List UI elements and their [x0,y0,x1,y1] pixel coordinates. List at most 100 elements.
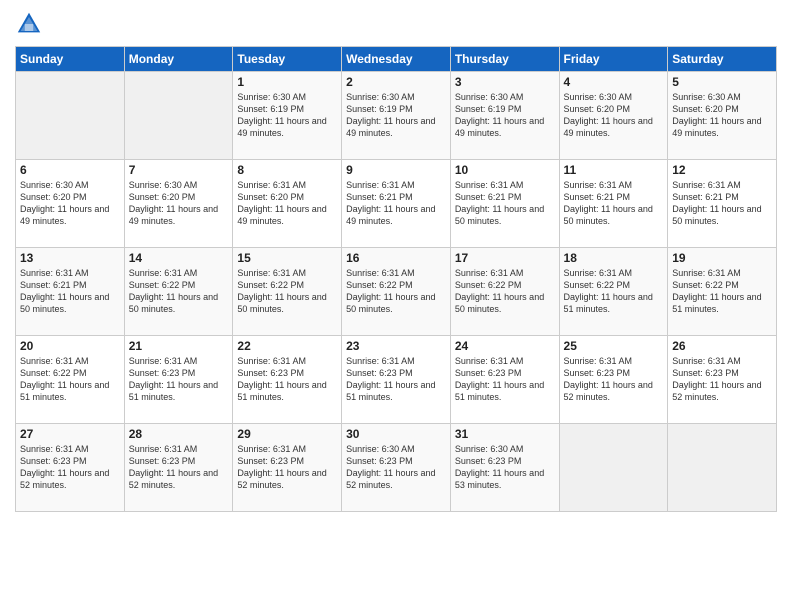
weekday-header: Friday [559,47,668,72]
day-info: Sunrise: 6:31 AM Sunset: 6:21 PM Dayligh… [346,179,446,228]
day-info: Sunrise: 6:31 AM Sunset: 6:22 PM Dayligh… [237,267,337,316]
day-info: Sunrise: 6:31 AM Sunset: 6:22 PM Dayligh… [672,267,772,316]
weekday-header: Sunday [16,47,125,72]
day-info: Sunrise: 6:31 AM Sunset: 6:23 PM Dayligh… [455,355,555,404]
day-info: Sunrise: 6:30 AM Sunset: 6:19 PM Dayligh… [237,91,337,140]
calendar-cell: 24 Sunrise: 6:31 AM Sunset: 6:23 PM Dayli… [450,336,559,424]
calendar-cell [124,72,233,160]
day-number: 10 [455,163,555,177]
day-number: 18 [564,251,664,265]
day-number: 31 [455,427,555,441]
day-info: Sunrise: 6:31 AM Sunset: 6:23 PM Dayligh… [237,443,337,492]
day-number: 25 [564,339,664,353]
day-number: 1 [237,75,337,89]
day-number: 14 [129,251,229,265]
day-number: 11 [564,163,664,177]
calendar-cell: 2Sunrise: 6:30 AM Sunset: 6:19 PM Daylig… [342,72,451,160]
calendar-cell: 31 Sunrise: 6:30 AM Sunset: 6:23 PM Dayli… [450,424,559,512]
calendar-week-row: 6 Sunrise: 6:30 AM Sunset: 6:20 PM Daylig… [16,160,777,248]
calendar-cell: 20 Sunrise: 6:31 AM Sunset: 6:22 PM Dayli… [16,336,125,424]
day-info: Sunrise: 6:31 AM Sunset: 6:21 PM Dayligh… [20,267,120,316]
calendar-cell: 3 Sunrise: 6:30 AM Sunset: 6:19 PM Daylig… [450,72,559,160]
weekday-header-row: SundayMondayTuesdayWednesdayThursdayFrid… [16,47,777,72]
day-number: 24 [455,339,555,353]
calendar-cell [559,424,668,512]
day-info: Sunrise: 6:31 AM Sunset: 6:23 PM Dayligh… [672,355,772,404]
day-number: 27 [20,427,120,441]
day-info: Sunrise: 6:31 AM Sunset: 6:23 PM Dayligh… [564,355,664,404]
calendar-cell: 16 Sunrise: 6:31 AM Sunset: 6:22 PM Dayli… [342,248,451,336]
calendar-cell: 10 Sunrise: 6:31 AM Sunset: 6:21 PM Dayli… [450,160,559,248]
day-number: 28 [129,427,229,441]
day-number: 8 [237,163,337,177]
day-info: Sunrise: 6:30 AM Sunset: 6:20 PM Dayligh… [20,179,120,228]
day-number: 16 [346,251,446,265]
day-number: 6 [20,163,120,177]
weekday-header: Thursday [450,47,559,72]
day-info: Sunrise: 6:31 AM Sunset: 6:21 PM Dayligh… [564,179,664,228]
day-info: Sunrise: 6:30 AM Sunset: 6:20 PM Dayligh… [129,179,229,228]
page: SundayMondayTuesdayWednesdayThursdayFrid… [0,0,792,612]
day-info: Sunrise: 6:31 AM Sunset: 6:21 PM Dayligh… [455,179,555,228]
calendar-cell: 5 Sunrise: 6:30 AM Sunset: 6:20 PM Daylig… [668,72,777,160]
weekday-header: Monday [124,47,233,72]
day-info: Sunrise: 6:30 AM Sunset: 6:23 PM Dayligh… [346,443,446,492]
logo [15,10,47,38]
calendar: SundayMondayTuesdayWednesdayThursdayFrid… [15,46,777,512]
day-number: 19 [672,251,772,265]
day-info: Sunrise: 6:31 AM Sunset: 6:22 PM Dayligh… [564,267,664,316]
day-number: 5 [672,75,772,89]
calendar-cell: 15Sunrise: 6:31 AM Sunset: 6:22 PM Dayli… [233,248,342,336]
calendar-cell: 11 Sunrise: 6:31 AM Sunset: 6:21 PM Dayli… [559,160,668,248]
calendar-cell: 17 Sunrise: 6:31 AM Sunset: 6:22 PM Dayli… [450,248,559,336]
calendar-cell: 14 Sunrise: 6:31 AM Sunset: 6:22 PM Dayli… [124,248,233,336]
calendar-cell: 6 Sunrise: 6:30 AM Sunset: 6:20 PM Daylig… [16,160,125,248]
weekday-header: Tuesday [233,47,342,72]
calendar-cell: 9Sunrise: 6:31 AM Sunset: 6:21 PM Daylig… [342,160,451,248]
day-info: Sunrise: 6:31 AM Sunset: 6:21 PM Dayligh… [672,179,772,228]
day-number: 17 [455,251,555,265]
calendar-week-row: 20 Sunrise: 6:31 AM Sunset: 6:22 PM Dayli… [16,336,777,424]
day-number: 12 [672,163,772,177]
day-number: 22 [237,339,337,353]
calendar-cell: 23Sunrise: 6:31 AM Sunset: 6:23 PM Dayli… [342,336,451,424]
calendar-cell: 18 Sunrise: 6:31 AM Sunset: 6:22 PM Dayli… [559,248,668,336]
calendar-cell [668,424,777,512]
day-info: Sunrise: 6:30 AM Sunset: 6:23 PM Dayligh… [455,443,555,492]
day-info: Sunrise: 6:31 AM Sunset: 6:22 PM Dayligh… [346,267,446,316]
day-number: 26 [672,339,772,353]
day-info: Sunrise: 6:31 AM Sunset: 6:23 PM Dayligh… [129,355,229,404]
day-info: Sunrise: 6:31 AM Sunset: 6:22 PM Dayligh… [20,355,120,404]
logo-icon [15,10,43,38]
calendar-cell: 19 Sunrise: 6:31 AM Sunset: 6:22 PM Dayli… [668,248,777,336]
day-info: Sunrise: 6:31 AM Sunset: 6:23 PM Dayligh… [346,355,446,404]
day-info: Sunrise: 6:30 AM Sunset: 6:20 PM Dayligh… [564,91,664,140]
header [15,10,777,38]
day-info: Sunrise: 6:30 AM Sunset: 6:19 PM Dayligh… [346,91,446,140]
calendar-cell: 29Sunrise: 6:31 AM Sunset: 6:23 PM Dayli… [233,424,342,512]
weekday-header: Saturday [668,47,777,72]
calendar-cell: 26 Sunrise: 6:31 AM Sunset: 6:23 PM Dayli… [668,336,777,424]
calendar-cell: 28Sunrise: 6:31 AM Sunset: 6:23 PM Dayli… [124,424,233,512]
day-info: Sunrise: 6:31 AM Sunset: 6:22 PM Dayligh… [129,267,229,316]
calendar-week-row: 27 Sunrise: 6:31 AM Sunset: 6:23 PM Dayli… [16,424,777,512]
day-number: 7 [129,163,229,177]
calendar-cell: 4Sunrise: 6:30 AM Sunset: 6:20 PM Daylig… [559,72,668,160]
day-info: Sunrise: 6:31 AM Sunset: 6:22 PM Dayligh… [455,267,555,316]
calendar-cell: 22Sunrise: 6:31 AM Sunset: 6:23 PM Dayli… [233,336,342,424]
calendar-cell: 25 Sunrise: 6:31 AM Sunset: 6:23 PM Dayli… [559,336,668,424]
calendar-cell: 21Sunrise: 6:31 AM Sunset: 6:23 PM Dayli… [124,336,233,424]
day-info: Sunrise: 6:31 AM Sunset: 6:20 PM Dayligh… [237,179,337,228]
day-number: 3 [455,75,555,89]
calendar-cell: 1 Sunrise: 6:30 AM Sunset: 6:19 PM Daylig… [233,72,342,160]
calendar-cell [16,72,125,160]
day-number: 13 [20,251,120,265]
calendar-cell: 30Sunrise: 6:30 AM Sunset: 6:23 PM Dayli… [342,424,451,512]
calendar-cell: 12 Sunrise: 6:31 AM Sunset: 6:21 PM Dayli… [668,160,777,248]
calendar-cell: 27Sunrise: 6:31 AM Sunset: 6:23 PM Dayli… [16,424,125,512]
day-info: Sunrise: 6:30 AM Sunset: 6:20 PM Dayligh… [672,91,772,140]
calendar-cell: 13 Sunrise: 6:31 AM Sunset: 6:21 PM Dayli… [16,248,125,336]
day-number: 20 [20,339,120,353]
calendar-cell: 7 Sunrise: 6:30 AM Sunset: 6:20 PM Daylig… [124,160,233,248]
day-info: Sunrise: 6:30 AM Sunset: 6:19 PM Dayligh… [455,91,555,140]
